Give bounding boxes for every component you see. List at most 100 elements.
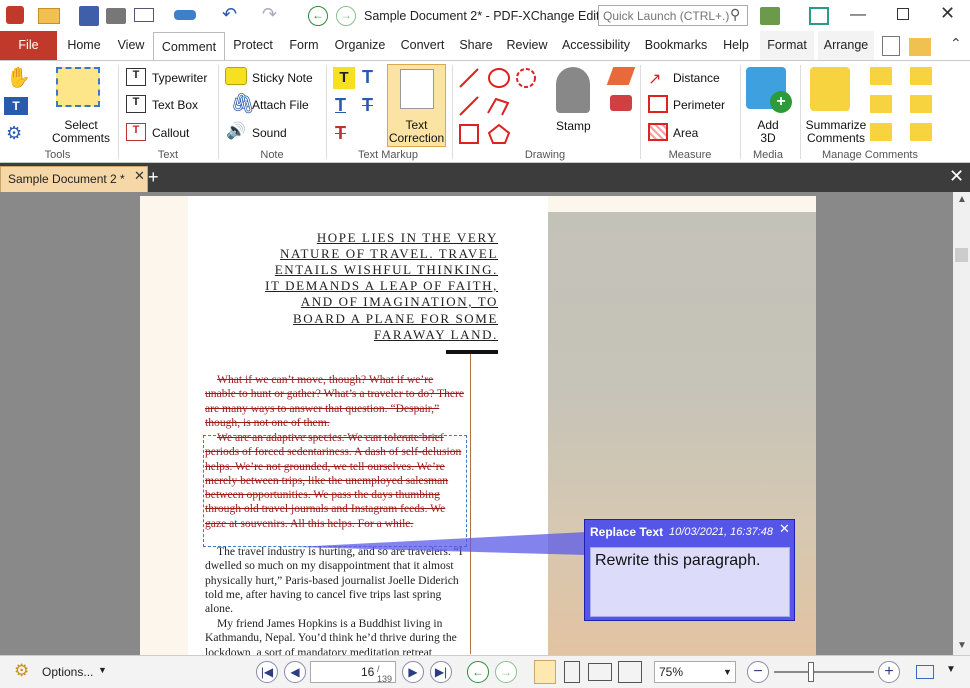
single-page-icon[interactable] <box>534 660 556 684</box>
first-page-button[interactable]: |◀ <box>256 661 278 683</box>
tab-protect[interactable]: Protect <box>228 31 278 60</box>
stamp-icon[interactable] <box>556 67 590 113</box>
callout-button[interactable]: Callout <box>152 126 189 140</box>
redo-icon[interactable]: ↷ <box>262 4 277 25</box>
tab-arrange[interactable]: Arrange <box>818 31 874 60</box>
sound-button[interactable]: Sound <box>252 126 287 140</box>
zoom-in-button[interactable]: + <box>878 661 900 683</box>
area-button[interactable]: Area <box>673 126 698 140</box>
replace-text-popup[interactable]: Replace Text 10/03/2021, 16:37:48 ✕ Rewr… <box>584 519 795 621</box>
options-button[interactable]: Options... <box>42 665 93 679</box>
page-number-box[interactable]: 16 / 139 <box>310 661 396 684</box>
highlight-text-icon[interactable]: T <box>333 67 355 89</box>
summarize-comments-icon[interactable] <box>810 67 850 111</box>
show-comments-icon[interactable] <box>870 123 892 141</box>
flatten-comments-icon[interactable] <box>910 95 932 113</box>
arrow-tool-icon[interactable] <box>459 96 479 116</box>
summarize-comments-button[interactable]: Summarize Comments <box>803 119 869 145</box>
open-folder-icon[interactable] <box>38 8 60 24</box>
close-window-button[interactable]: ✕ <box>940 3 955 24</box>
oval-tool-icon[interactable] <box>488 68 510 88</box>
zoom-slider-thumb[interactable] <box>808 662 814 682</box>
tab-bookmarks[interactable]: Bookmarks <box>641 31 711 60</box>
collapse-ribbon-icon[interactable]: ⌃ <box>950 35 962 52</box>
document-tab[interactable]: Sample Document 2 * ✕ <box>0 166 148 192</box>
save-icon[interactable] <box>79 6 99 26</box>
two-page-continuous-icon[interactable] <box>618 661 642 683</box>
tools-icon[interactable] <box>760 7 780 25</box>
back-view-button[interactable]: ← <box>467 661 489 683</box>
search-folder-icon[interactable] <box>909 38 931 56</box>
find-icon[interactable] <box>882 36 900 56</box>
polygon-tool-icon[interactable] <box>487 123 511 144</box>
eraser-icon[interactable] <box>610 95 632 111</box>
scroll-up-icon[interactable]: ▲ <box>957 194 967 205</box>
print-icon[interactable] <box>106 8 126 24</box>
line-tool-icon[interactable] <box>459 68 479 88</box>
select-comments-button[interactable]: Select Comments <box>50 119 112 145</box>
options-dropdown-icon[interactable]: ▼ <box>98 665 107 675</box>
tab-comment[interactable]: Comment <box>153 32 225 60</box>
options-gear-icon[interactable]: ⚙ <box>14 661 29 681</box>
tab-home[interactable]: Home <box>60 31 108 60</box>
tab-accessibility[interactable]: Accessibility <box>558 31 634 60</box>
popup-close-icon[interactable]: ✕ <box>779 521 790 537</box>
stamp-button[interactable]: Stamp <box>556 119 591 133</box>
status-menu-icon[interactable]: ▼ <box>946 664 956 675</box>
comment-list-icon[interactable] <box>910 123 932 141</box>
forward-view-button[interactable]: → <box>495 661 517 683</box>
zoom-out-button[interactable]: − <box>747 661 769 683</box>
select-text-icon[interactable]: T <box>4 97 28 115</box>
add-3d-button[interactable]: Add 3D <box>748 119 788 145</box>
popup-text-area[interactable]: Rewrite this paragraph. <box>590 547 790 617</box>
distance-button[interactable]: Distance <box>673 71 720 85</box>
back-nav-icon[interactable]: ← <box>308 6 328 26</box>
email-icon[interactable] <box>134 8 154 22</box>
underline-text-icon[interactable]: T <box>335 95 346 116</box>
fullscreen-icon[interactable] <box>809 7 829 25</box>
tab-help[interactable]: Help <box>718 31 754 60</box>
rectangle-tool-icon[interactable] <box>459 124 479 144</box>
export-comments-icon[interactable] <box>870 95 892 113</box>
next-page-button[interactable]: ▶ <box>402 661 424 683</box>
pencil-icon[interactable] <box>606 67 636 85</box>
zoom-select[interactable]: 75% ▼ <box>654 661 736 683</box>
vertical-scrollbar[interactable]: ▲ ▼ <box>953 192 970 655</box>
tab-organize[interactable]: Organize <box>331 31 389 60</box>
minimize-button[interactable]: — <box>850 6 866 24</box>
squiggly-text-icon[interactable]: T <box>362 67 373 88</box>
tab-review[interactable]: Review <box>503 31 551 60</box>
tab-form[interactable]: Form <box>283 31 325 60</box>
close-document-button[interactable]: ✕ <box>949 166 964 187</box>
two-page-icon[interactable] <box>588 663 612 681</box>
tab-file[interactable]: File <box>0 31 57 60</box>
new-tab-button[interactable]: + <box>148 167 159 188</box>
replace-text-icon[interactable]: T <box>335 123 346 144</box>
attach-file-button[interactable]: Attach File <box>252 98 309 112</box>
perimeter-button[interactable]: Perimeter <box>673 98 725 112</box>
zoom-tool-icon[interactable]: ⚙ <box>6 123 22 144</box>
tab-convert[interactable]: Convert <box>395 31 450 60</box>
search-icon[interactable]: ⚲ <box>730 6 740 23</box>
struck-paragraph[interactable]: What if we can’t move, though? What if w… <box>205 373 467 430</box>
scroll-thumb[interactable] <box>955 248 968 262</box>
hand-tool-icon[interactable]: ✋ <box>6 65 31 90</box>
fullscreen-view-icon[interactable] <box>916 665 934 679</box>
text-box-button[interactable]: Text Box <box>152 98 198 112</box>
typewriter-button[interactable]: Typewriter <box>152 71 207 85</box>
text-correction-button[interactable]: Text Correction <box>387 119 446 145</box>
maximize-button[interactable] <box>897 8 909 20</box>
comment-styles-icon[interactable] <box>910 67 932 85</box>
tab-format[interactable]: Format <box>760 31 814 60</box>
quick-launch-input[interactable] <box>598 5 748 26</box>
tab-share[interactable]: Share <box>456 31 496 60</box>
select-comments-icon[interactable] <box>56 67 100 107</box>
scroll-down-icon[interactable]: ▼ <box>957 640 967 651</box>
zoom-slider-track[interactable] <box>774 671 874 673</box>
import-comments-icon[interactable] <box>870 67 892 85</box>
tab-view[interactable]: View <box>112 31 150 60</box>
close-tab-icon[interactable]: ✕ <box>134 168 145 184</box>
polyline-tool-icon[interactable] <box>487 97 510 116</box>
strikeout-text-icon[interactable]: T <box>362 95 373 116</box>
forward-nav-icon[interactable]: → <box>336 6 356 26</box>
